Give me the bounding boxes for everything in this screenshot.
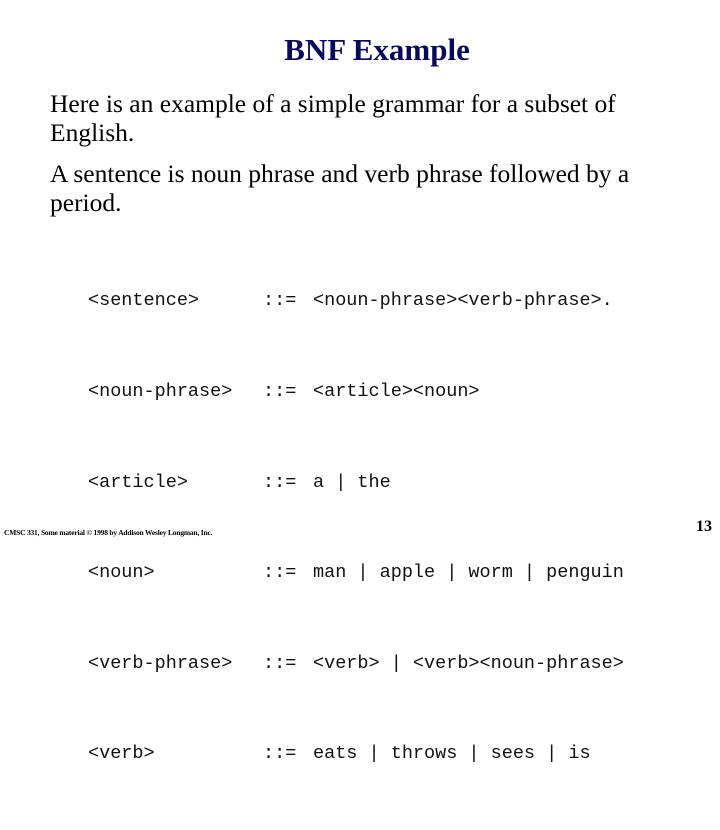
grammar-rule-verb-phrase: <verb-phrase>::= <verb> | <verb><noun-phr… bbox=[88, 649, 624, 679]
rule-rhs: a | the bbox=[313, 471, 391, 493]
rule-operator: ::= bbox=[263, 290, 297, 312]
rule-rhs: <verb> | <verb><noun-phrase> bbox=[313, 652, 624, 674]
grammar-rule-article: <article>::= a | the bbox=[88, 468, 624, 498]
rule-rhs: eats | throws | sees | is bbox=[313, 743, 591, 765]
rule-rhs: man | apple | worm | penguin bbox=[313, 562, 624, 584]
rule-lhs: <sentence> bbox=[88, 290, 200, 312]
rule-lhs: <noun-phrase> bbox=[88, 381, 233, 403]
rule-rhs: <article><noun> bbox=[313, 381, 480, 403]
rule-rhs: <noun-phrase><verb-phrase>. bbox=[313, 290, 613, 312]
rule-operator: ::= bbox=[263, 652, 297, 674]
rule-lhs: <verb> bbox=[88, 743, 155, 765]
rule-operator: ::= bbox=[263, 743, 297, 765]
rule-lhs: <article> bbox=[88, 471, 188, 493]
grammar-rule-noun: <noun>::= man | apple | worm | penguin bbox=[88, 558, 624, 588]
rule-operator: ::= bbox=[263, 562, 297, 584]
grammar-rule-noun-phrase: <noun-phrase>::= <article><noun> bbox=[88, 377, 624, 407]
copyright-footer: CMSC 331, Some material © 1998 by Addiso… bbox=[4, 528, 213, 537]
slide-title: BNF Example bbox=[284, 32, 470, 67]
rule-operator: ::= bbox=[263, 381, 297, 403]
intro-paragraph: Here is an example of a simple grammar f… bbox=[50, 89, 616, 147]
grammar-rule-verb: <verb>::= eats | throws | sees | is bbox=[88, 739, 624, 769]
rule-lhs: <noun> bbox=[88, 562, 155, 584]
page-number: 13 bbox=[696, 518, 712, 535]
grammar-rule-sentence: <sentence>::= <noun-phrase><verb-phrase>. bbox=[88, 286, 624, 316]
rule-lhs: <verb-phrase> bbox=[88, 652, 233, 674]
rule-operator: ::= bbox=[263, 471, 297, 493]
sentence-definition-paragraph: A sentence is noun phrase and verb phras… bbox=[50, 159, 630, 217]
